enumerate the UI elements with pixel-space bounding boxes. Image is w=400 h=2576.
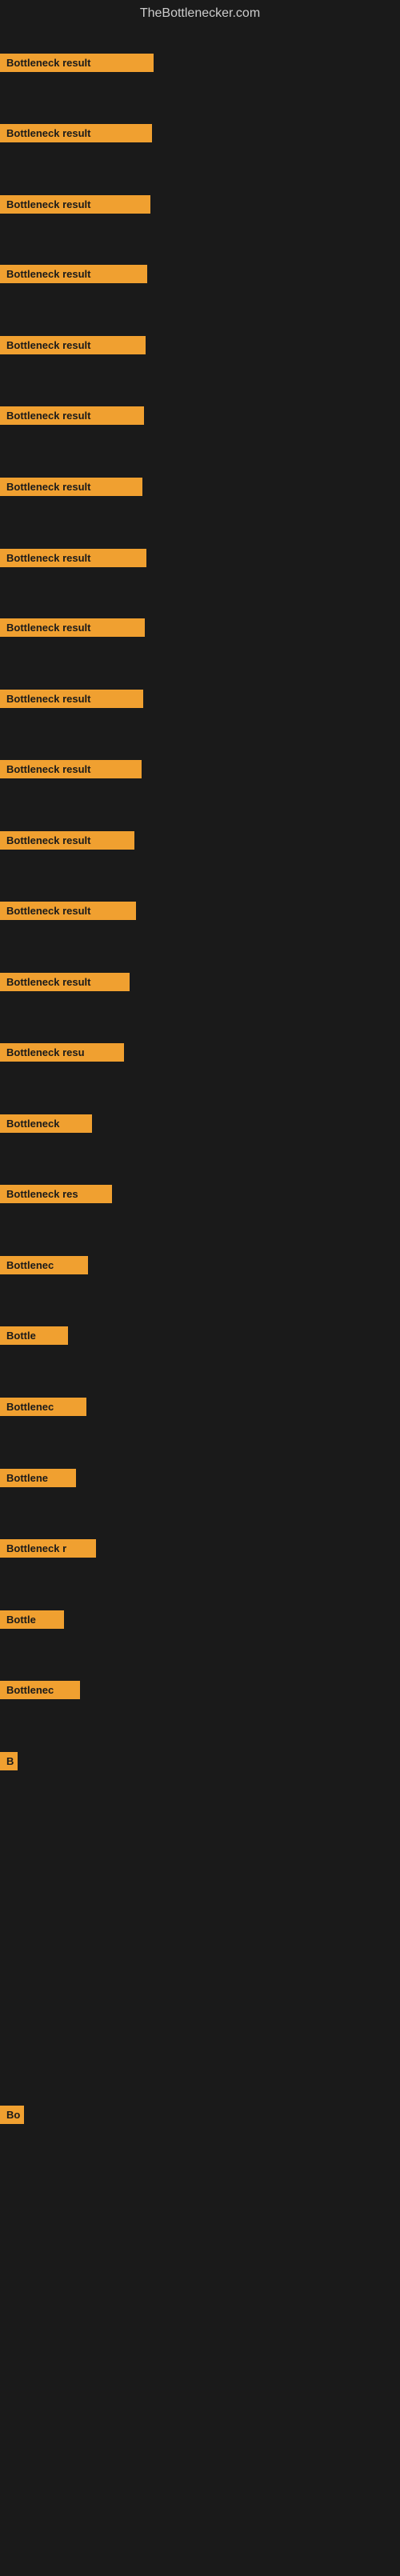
bottleneck-item: Bottleneck result — [0, 831, 134, 854]
bottleneck-label[interactable]: Bottle — [0, 1610, 64, 1629]
bottleneck-label[interactable]: Bottleneck — [0, 1114, 92, 1133]
bottleneck-item: Bottleneck result — [0, 902, 136, 924]
bottleneck-label[interactable]: Bottleneck result — [0, 265, 147, 283]
bottleneck-item: Bottlene — [0, 1469, 76, 1491]
bottleneck-item: Bottle — [0, 1326, 68, 1349]
bottleneck-item: Bottleneck result — [0, 54, 154, 76]
bottleneck-label[interactable]: Bottleneck result — [0, 195, 150, 214]
bottleneck-label[interactable]: Bo — [0, 2106, 24, 2124]
bottleneck-item: Bottleneck result — [0, 195, 150, 218]
bottleneck-label[interactable]: B — [0, 1752, 18, 1770]
bottleneck-label[interactable]: Bottleneck result — [0, 690, 143, 708]
bottleneck-label[interactable]: Bottleneck result — [0, 902, 136, 920]
bottleneck-label[interactable]: Bottleneck r — [0, 1539, 96, 1558]
bottleneck-item: Bottleneck result — [0, 618, 145, 641]
bottleneck-item: Bottleneck resu — [0, 1043, 124, 1066]
bottleneck-item: Bottleneck result — [0, 690, 143, 712]
bottleneck-item: Bottleneck — [0, 1114, 92, 1137]
bottleneck-item: Bottlenec — [0, 1256, 88, 1278]
bottleneck-label[interactable]: Bottleneck result — [0, 973, 130, 991]
bottleneck-item: Bottleneck result — [0, 549, 146, 571]
bottleneck-label[interactable]: Bottleneck result — [0, 406, 144, 425]
bottleneck-label[interactable]: Bottlenec — [0, 1256, 88, 1274]
bottleneck-item: Bottlenec — [0, 1398, 86, 1420]
bottleneck-item: Bo — [0, 2106, 24, 2128]
bottleneck-label[interactable]: Bottle — [0, 1326, 68, 1345]
bottleneck-label[interactable]: Bottlenec — [0, 1681, 80, 1699]
bottleneck-label[interactable]: Bottleneck result — [0, 478, 142, 496]
bottleneck-label[interactable]: Bottleneck result — [0, 549, 146, 567]
bottleneck-item: Bottleneck result — [0, 336, 146, 358]
bottleneck-item: B — [0, 1752, 18, 1774]
bottleneck-label[interactable]: Bottlenec — [0, 1398, 86, 1416]
bottleneck-label[interactable]: Bottleneck result — [0, 124, 152, 142]
site-title: TheBottlenecker.com — [0, 0, 400, 24]
bottleneck-label[interactable]: Bottleneck res — [0, 1185, 112, 1203]
bottleneck-label[interactable]: Bottleneck result — [0, 54, 154, 72]
bottleneck-item: Bottlenec — [0, 1681, 80, 1703]
bottleneck-item: Bottle — [0, 1610, 64, 1633]
bottleneck-label[interactable]: Bottleneck resu — [0, 1043, 124, 1062]
bottleneck-label[interactable]: Bottleneck result — [0, 760, 142, 778]
bottleneck-item: Bottleneck result — [0, 265, 147, 287]
bottleneck-label[interactable]: Bottleneck result — [0, 618, 145, 637]
bottleneck-item: Bottleneck result — [0, 124, 152, 146]
bottleneck-item: Bottleneck result — [0, 406, 144, 429]
bottleneck-item: Bottleneck r — [0, 1539, 96, 1562]
bottleneck-item: Bottleneck result — [0, 760, 142, 782]
bottleneck-label[interactable]: Bottleneck result — [0, 831, 134, 850]
bottleneck-label[interactable]: Bottleneck result — [0, 336, 146, 354]
bottleneck-item: Bottleneck res — [0, 1185, 112, 1207]
bottleneck-item: Bottleneck result — [0, 478, 142, 500]
bottleneck-item: Bottleneck result — [0, 973, 130, 995]
bottleneck-label[interactable]: Bottlene — [0, 1469, 76, 1487]
